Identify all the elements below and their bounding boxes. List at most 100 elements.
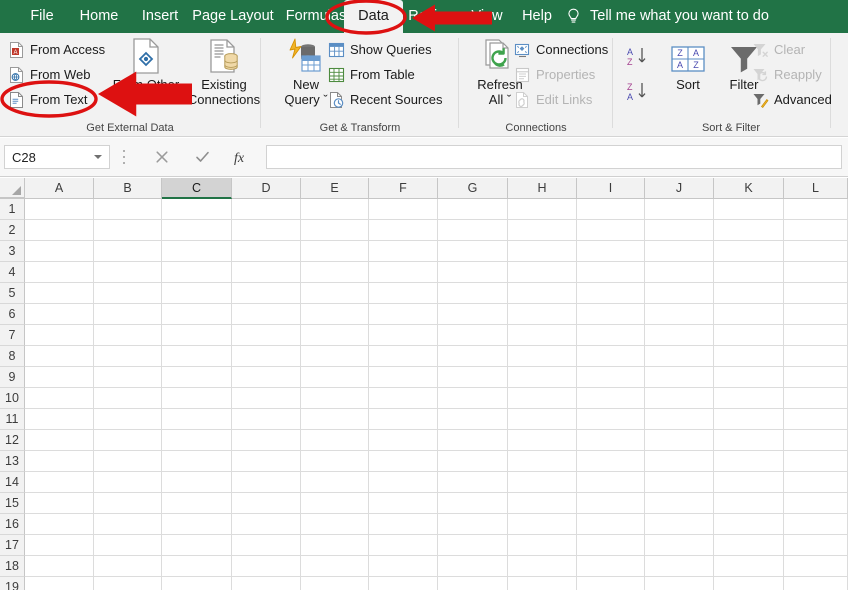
grid-hline [25, 429, 848, 430]
row-header-13[interactable]: 13 [0, 451, 25, 472]
advanced-button[interactable]: Advanced [752, 89, 832, 110]
from-web-button[interactable]: From Web [8, 64, 90, 85]
recent-sources-label: Recent Sources [350, 92, 443, 107]
grid-hline [25, 576, 848, 577]
formula-bar: C28 fx [0, 138, 848, 177]
from-access-button[interactable]: A From Access [8, 39, 105, 60]
sort-desc-za-icon: ZA [626, 81, 648, 101]
ribbon-tab-help[interactable]: Help [508, 0, 566, 33]
properties-button[interactable]: Properties [514, 64, 595, 85]
svg-text:A: A [627, 92, 633, 101]
lightbulb-icon [566, 8, 581, 25]
from-other-sources-button[interactable]: From Other Sources ˇ [108, 38, 184, 107]
ribbon-tab-file[interactable]: File [14, 0, 70, 33]
reapply-filter-icon [752, 66, 769, 84]
formula-bar-grip[interactable] [122, 150, 126, 164]
row-header-1[interactable]: 1 [0, 199, 25, 220]
properties-icon [514, 66, 531, 84]
row-header-18[interactable]: 18 [0, 556, 25, 577]
column-header-L[interactable]: L [784, 178, 848, 198]
edit-links-button[interactable]: Edit Links [514, 89, 592, 110]
grid-hline [25, 240, 848, 241]
from-access-icon: A [8, 41, 25, 59]
grid-hline [25, 513, 848, 514]
column-header-A[interactable]: A [25, 178, 94, 198]
ribbon-tab-page-layout[interactable]: Page Layout [182, 0, 284, 33]
spreadsheet-grid[interactable]: ABCDEFGHIJKL 1 2 3 4 5 6 7 8 9 10 11 12 13 14 15 16 17 18… [0, 178, 848, 590]
ribbon-tab-bar: File Home Insert Page Layout Formulas Data Rev… [0, 0, 848, 33]
row-header-14[interactable]: 14 [0, 472, 25, 493]
row-header-15[interactable]: 15 [0, 493, 25, 514]
formula-input[interactable] [266, 145, 842, 169]
connections-button[interactable]: Connections [514, 39, 608, 60]
insert-function-fx-icon[interactable]: fx [224, 145, 260, 169]
ribbon-tab-home[interactable]: Home [66, 0, 132, 33]
row-header-5[interactable]: 5 [0, 283, 25, 304]
column-headers: ABCDEFGHIJKL [0, 178, 848, 199]
svg-text:Z: Z [627, 82, 633, 92]
grid-vline [507, 199, 508, 590]
column-header-E[interactable]: E [301, 178, 369, 198]
row-header-9[interactable]: 9 [0, 367, 25, 388]
existing-connections-label-1: Existing [201, 77, 247, 92]
sort-desc-za-button[interactable]: ZA [626, 80, 648, 101]
svg-text:A: A [693, 48, 699, 58]
existing-connections-button[interactable]: Existing Connections [186, 39, 262, 107]
connections-icon [514, 41, 531, 59]
from-text-icon [8, 91, 25, 109]
name-box[interactable]: C28 [4, 145, 110, 169]
row-header-7[interactable]: 7 [0, 325, 25, 346]
row-header-17[interactable]: 17 [0, 535, 25, 556]
recent-sources-button[interactable]: Recent Sources [328, 89, 443, 110]
row-header-3[interactable]: 3 [0, 241, 25, 262]
from-text-label: From Text [30, 92, 88, 107]
column-header-H[interactable]: H [508, 178, 577, 198]
reapply-button[interactable]: Reapply [752, 64, 822, 85]
from-text-button[interactable]: From Text [8, 89, 88, 110]
column-header-F[interactable]: F [369, 178, 438, 198]
column-header-D[interactable]: D [232, 178, 301, 198]
from-web-icon [8, 66, 25, 84]
row-header-4[interactable]: 4 [0, 262, 25, 283]
grid-vline [231, 199, 232, 590]
show-queries-button[interactable]: Show Queries [328, 39, 432, 60]
grid-vline [93, 199, 94, 590]
tell-me-search[interactable]: Tell me what you want to do [566, 0, 769, 33]
cancel-x-icon[interactable] [144, 145, 180, 169]
column-header-C[interactable]: C [162, 178, 232, 199]
sort-asc-az-button[interactable]: AZ [626, 45, 648, 66]
row-header-2[interactable]: 2 [0, 220, 25, 241]
ribbon-tab-data[interactable]: Data [344, 0, 403, 33]
from-other-sources-label-1: From Other [112, 77, 180, 92]
row-header-16[interactable]: 16 [0, 514, 25, 535]
grid-hline [25, 492, 848, 493]
grid-hline [25, 555, 848, 556]
row-header-11[interactable]: 11 [0, 409, 25, 430]
group-separator [612, 38, 613, 128]
cell-area[interactable] [25, 199, 848, 590]
column-header-B[interactable]: B [94, 178, 162, 198]
row-header-8[interactable]: 8 [0, 346, 25, 367]
grid-vline [644, 199, 645, 590]
svg-text:Z: Z [677, 48, 683, 58]
row-header-19[interactable]: 19 [0, 577, 25, 590]
svg-text:A: A [13, 50, 17, 56]
row-header-6[interactable]: 6 [0, 304, 25, 325]
tell-me-placeholder: Tell me what you want to do [590, 8, 769, 24]
group-label-get-external-data: Get External Data [86, 122, 174, 134]
enter-check-icon[interactable] [184, 145, 220, 169]
from-table-button[interactable]: From Table [328, 64, 415, 85]
column-header-J[interactable]: J [645, 178, 714, 198]
chevron-down-icon[interactable] [94, 155, 102, 159]
clear-label: Clear [774, 42, 806, 57]
column-header-I[interactable]: I [577, 178, 645, 198]
select-all-corner[interactable] [0, 178, 25, 198]
grid-hline [25, 534, 848, 535]
row-header-12[interactable]: 12 [0, 430, 25, 451]
column-header-G[interactable]: G [438, 178, 508, 198]
row-header-10[interactable]: 10 [0, 388, 25, 409]
clear-button[interactable]: Clear [752, 39, 805, 60]
advanced-label: Advanced [774, 92, 832, 107]
from-other-sources-label-2: Sources ˇ [118, 92, 174, 107]
column-header-K[interactable]: K [714, 178, 784, 198]
